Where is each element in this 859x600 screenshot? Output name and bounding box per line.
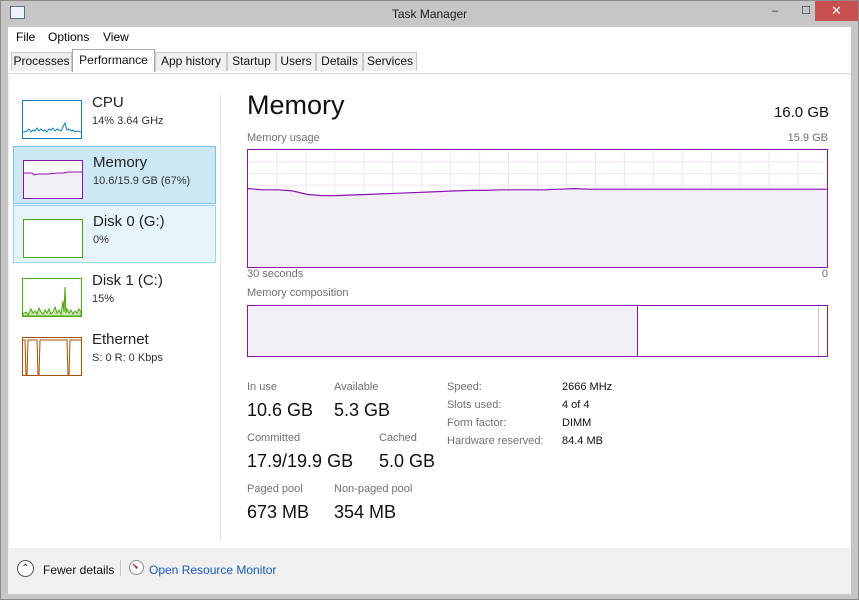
client-area: File Options View Processes Performance …: [8, 27, 851, 594]
tab-users[interactable]: Users: [276, 52, 316, 71]
in-use-value: 10.6 GB: [247, 400, 314, 420]
cpu-thumbnail-graph: [22, 100, 82, 139]
sidebar-ethernet-detail: S: 0 R: 0 Kbps: [92, 352, 163, 364]
hardware-reserved-label: Hardware reserved:: [447, 435, 544, 447]
sidebar-item-ethernet[interactable]: Ethernet S: 0 R: 0 Kbps: [13, 324, 216, 382]
memory-composition-bar: [247, 305, 828, 357]
fewer-details-button[interactable]: Fewer details: [43, 563, 114, 577]
cached-value: 5.0 GB: [379, 451, 436, 471]
tab-strip: Processes Performance App history Startu…: [8, 47, 851, 73]
sidebar-item-cpu[interactable]: CPU 14% 3.64 GHz: [13, 87, 216, 145]
sidebar-disk1-detail: 15%: [92, 293, 115, 305]
composition-in-use-segment: [248, 306, 638, 356]
resource-monitor-icon: [129, 560, 144, 575]
menu-bar: File Options View: [8, 27, 851, 47]
composition-label: Memory composition: [247, 287, 349, 299]
committed-value: 17.9/19.9 GB: [247, 451, 354, 471]
in-use-label: In use: [247, 381, 277, 393]
footer-bar: ⌃ Fewer details Open Resource Monitor: [8, 548, 851, 594]
window-title: Task Manager: [391, 7, 468, 21]
tab-startup[interactable]: Startup: [227, 52, 276, 71]
committed-label: Committed: [247, 432, 301, 444]
form-factor-value: DIMM: [562, 417, 592, 429]
disk1-thumbnail-graph: [22, 278, 82, 317]
sidebar-item-disk-0[interactable]: Disk 0 (G:) 0%: [13, 205, 216, 263]
non-paged-pool-value: 354 MB: [334, 502, 397, 522]
sidebar-cpu-name: CPU: [92, 94, 124, 111]
sidebar-item-disk-1[interactable]: Disk 1 (C:) 15%: [13, 265, 216, 323]
menu-options[interactable]: Options: [48, 30, 89, 44]
memory-usage-area: [248, 188, 827, 267]
speed-label: Speed:: [447, 381, 482, 393]
tab-processes[interactable]: Processes: [11, 52, 72, 71]
non-paged-pool-label: Non-paged pool: [334, 483, 413, 495]
title-bar[interactable]: Task Manager – ☐ ✕: [1, 1, 858, 27]
composition-standby-divider: [818, 306, 819, 356]
slots-used-value: 4 of 4: [562, 399, 590, 411]
performance-content: CPU 14% 3.64 GHz Memory 10.6/15.9 GB (67…: [9, 73, 850, 549]
ethernet-thumbnail-graph: [22, 337, 82, 376]
memory-usage-graph: [247, 149, 828, 268]
hardware-reserved-value: 84.4 MB: [562, 435, 603, 447]
available-value: 5.3 GB: [334, 400, 391, 420]
tab-performance[interactable]: Performance: [72, 49, 155, 72]
graph-time-left: 30 seconds: [247, 268, 304, 280]
graph-time-right: 0: [821, 268, 828, 280]
paged-pool-value: 673 MB: [247, 502, 310, 522]
panel-total-memory: 16.0 GB: [773, 104, 829, 121]
usage-graph-label: Memory usage: [247, 132, 320, 144]
sidebar-disk0-detail: 0%: [93, 234, 109, 246]
form-factor-label: Form factor:: [447, 417, 507, 429]
disk0-thumbnail-graph: [23, 219, 83, 258]
close-button[interactable]: ✕: [815, 1, 858, 21]
sidebar-item-memory[interactable]: Memory 10.6/15.9 GB (67%): [13, 146, 216, 204]
footer-separator: [120, 560, 121, 576]
tab-app-history[interactable]: App history: [155, 52, 227, 71]
memory-thumbnail-graph: [23, 160, 83, 199]
tab-services[interactable]: Services: [363, 52, 417, 71]
slots-used-label: Slots used:: [447, 399, 502, 411]
sidebar-memory-name: Memory: [93, 154, 148, 171]
open-resource-monitor-link[interactable]: Open Resource Monitor: [149, 563, 276, 577]
memory-usage-chart: [247, 150, 827, 267]
tab-details[interactable]: Details: [316, 52, 363, 71]
cached-label: Cached: [379, 432, 417, 444]
usage-graph-max: 15.9 GB: [787, 132, 828, 144]
speed-value: 2666 MHz: [562, 381, 613, 393]
sidebar-memory-detail: 10.6/15.9 GB (67%): [93, 175, 191, 187]
sidebar-divider: [220, 94, 221, 540]
paged-pool-label: Paged pool: [247, 483, 303, 495]
minimize-button[interactable]: –: [761, 1, 789, 21]
sidebar-ethernet-name: Ethernet: [92, 331, 149, 348]
sidebar-cpu-detail: 14% 3.64 GHz: [92, 115, 164, 127]
menu-file[interactable]: File: [16, 30, 35, 44]
panel-title: Memory: [247, 90, 345, 120]
sidebar-disk0-name: Disk 0 (G:): [93, 213, 165, 230]
available-label: Available: [334, 381, 379, 393]
menu-view[interactable]: View: [103, 30, 129, 44]
sidebar-disk1-name: Disk 1 (C:): [92, 272, 163, 289]
chevron-up-icon[interactable]: ⌃: [17, 560, 34, 577]
task-manager-window: Task Manager – ☐ ✕ File Options View Pro…: [0, 0, 859, 600]
